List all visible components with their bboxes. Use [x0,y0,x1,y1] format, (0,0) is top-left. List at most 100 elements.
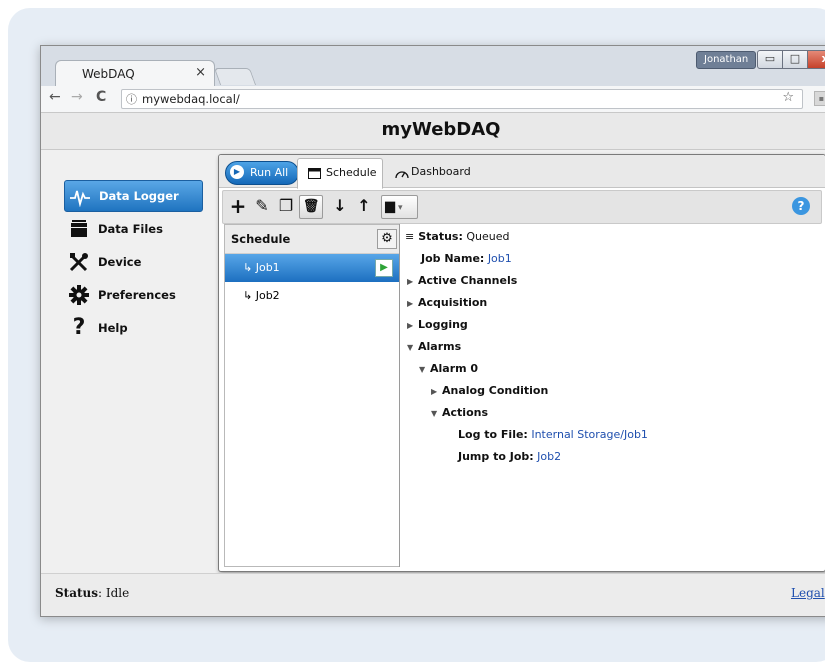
legal-link[interactable]: Legal [791,586,825,600]
sidebar-item-device[interactable]: Device [64,247,201,277]
caret-down-icon: ▼ [407,343,414,352]
app-title: myWebDAQ [381,119,501,140]
calendar-icon [308,168,321,179]
sidebar-item-label: Data Logger [99,189,179,203]
caret-right-icon: ▶ [407,299,414,308]
browser-tab-webdaq[interactable]: WebDAQ × [55,60,215,87]
status-row: ≡ Status: Queued [405,230,509,243]
back-arrow-icon[interactable]: ← [49,89,61,105]
jump-to-job-row: Jump to Job: Job2 [458,450,561,463]
tree-label: Acquisition [418,296,488,309]
tree-acquisition[interactable]: ▶ Acquisition [407,296,487,309]
tree-label: Logging [418,318,468,331]
log-to-file-value[interactable]: Internal Storage/Job1 [531,428,648,441]
tab-label: Dashboard [411,165,471,178]
extension-icon[interactable]: ▪ [814,91,825,106]
tab-schedule[interactable]: Schedule [297,158,383,189]
status-value: : Idle [98,586,130,600]
url-field[interactable]: ⓘ mywebdaq.local/ ☆ [121,89,803,109]
forward-arrow-icon[interactable]: → [71,89,83,105]
tree-alarms[interactable]: ▼ Alarms [407,340,461,353]
tree-active-channels[interactable]: ▶ Active Channels [407,274,517,287]
caret-right-icon: ▶ [431,387,438,396]
folder-menu-button[interactable]: ▆ ▾ [381,195,418,219]
status-bar: Status: Idle Legal [41,573,825,616]
caret-right-icon: ▶ [407,277,414,286]
play-icon: ▶ [230,165,244,179]
sidebar-item-label: Preferences [98,288,176,302]
new-tab-button[interactable] [213,68,257,85]
user-profile-badge[interactable]: Jonathan [696,51,757,69]
delete-job-button[interactable]: 🗑 [299,195,323,219]
chevron-down-icon: ▾ [398,203,403,213]
schedule-list: Schedule ⚙ ↳ Job1 ▶ ↳ Job2 [224,224,400,567]
schedule-header: Schedule ⚙ [225,225,399,254]
tree-label: Actions [442,406,488,419]
status-value: Queued [466,230,510,243]
jump-to-job-value[interactable]: Job2 [537,450,561,463]
tab-close-icon[interactable]: × [195,65,206,80]
job-name: ↳ Job1 [243,261,280,274]
app-header: myWebDAQ [41,113,825,150]
minimize-button[interactable]: ▭ [757,50,783,69]
gear-icon [69,285,89,305]
maximize-button[interactable]: □ [782,50,808,69]
sidebar-item-label: Device [98,255,142,269]
info-icon[interactable]: ⓘ [126,91,137,107]
schedule-settings-gear-icon[interactable]: ⚙ [377,229,397,249]
app-status: Status: Idle [55,586,129,600]
tree-logging[interactable]: ▶ Logging [407,318,468,331]
help-button[interactable]: ? [792,197,810,215]
job-name-label: Job Name: [421,252,485,265]
job-name: ↳ Job2 [243,289,280,302]
sidebar-item-preferences[interactable]: Preferences [64,280,201,310]
copy-job-button[interactable]: ❐ [275,195,297,217]
sidebar-item-data-logger[interactable]: Data Logger [64,180,203,212]
sidebar-item-data-files[interactable]: Data Files [64,214,201,244]
folder-icon: ▆ [385,199,395,214]
browser-tab-title: WebDAQ [82,67,135,81]
move-up-button[interactable]: ↑ [353,195,375,217]
tools-icon [69,253,88,272]
tree-alarm-0[interactable]: ▼ Alarm 0 [419,362,478,375]
caret-right-icon: ▶ [407,321,414,330]
reload-icon[interactable]: C [96,89,106,105]
caret-down-icon: ▼ [431,409,438,418]
browser-window: WebDAQ × Jonathan ▭ □ x ← → C ⓘ mywebdaq… [40,45,825,617]
schedule-toolbar: + ✎ ❐ 🗑 ↓ ↑ ▆ ▾ ? [222,190,822,224]
list-item-job1[interactable]: ↳ Job1 ▶ [225,254,399,282]
sidebar-item-label: Help [98,321,128,335]
log-to-file-row: Log to File: Internal Storage/Job1 [458,428,648,441]
tab-label: Schedule [326,166,377,179]
pulse-icon [70,190,90,207]
main-panel: ▶ Run All Schedule Dashboard + ✎ ❐ 🗑 ↓ ↑… [218,154,825,572]
run-all-label: Run All [250,166,289,179]
edit-job-button[interactable]: ✎ [251,195,273,217]
gauge-icon [395,171,409,179]
jump-to-job-label: Jump to Job: [458,450,534,463]
run-job-play-icon[interactable]: ▶ [375,259,393,277]
question-icon: ? [72,315,86,340]
panel-tabstrip: ▶ Run All Schedule Dashboard [219,155,825,189]
sidebar-item-label: Data Files [98,222,163,236]
url-text: mywebdaq.local/ [142,92,240,106]
sort-lines-icon: ≡ [405,230,415,243]
job-name-value[interactable]: Job1 [488,252,512,265]
tree-analog-condition[interactable]: ▶ Analog Condition [431,384,548,397]
tree-label: Analog Condition [442,384,549,397]
bookmark-star-icon[interactable]: ☆ [782,90,794,105]
caret-down-icon: ▼ [419,365,426,374]
run-all-button[interactable]: ▶ Run All [225,161,300,185]
close-window-button[interactable]: x [807,50,825,69]
sidebar-item-help[interactable]: ? Help [64,313,201,343]
pane-divider[interactable] [399,224,400,567]
log-to-file-label: Log to File: [458,428,528,441]
status-label: Status [55,586,99,600]
add-job-button[interactable]: + [227,195,249,217]
list-item-job2[interactable]: ↳ Job2 [225,282,399,310]
job-name-row: Job Name: Job1 [421,252,512,265]
tree-actions[interactable]: ▼ Actions [431,406,488,419]
browser-titlebar: WebDAQ × Jonathan ▭ □ x [41,46,825,87]
tree-label: Alarms [418,340,462,353]
move-down-button[interactable]: ↓ [329,195,351,217]
